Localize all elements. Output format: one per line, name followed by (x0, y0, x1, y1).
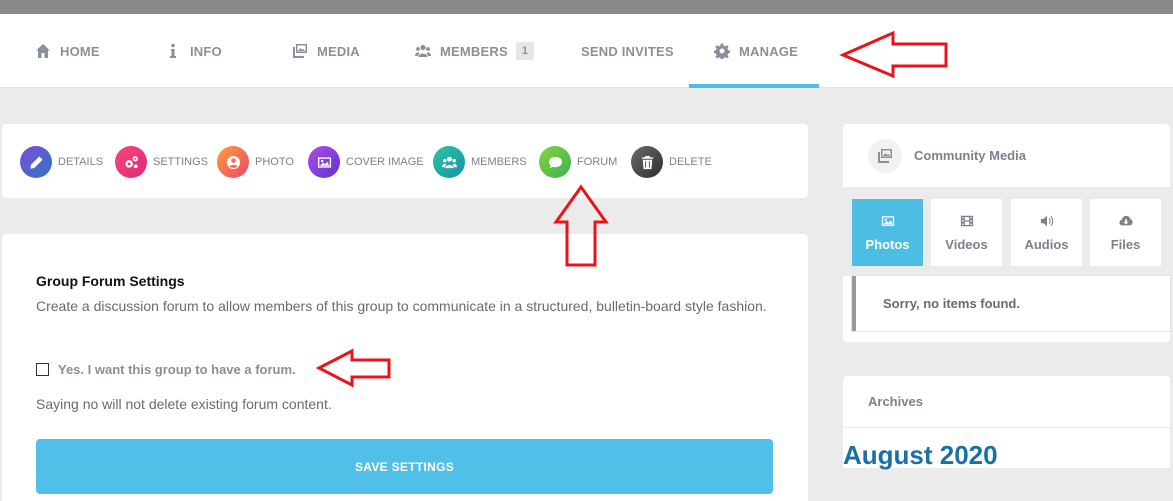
gear-icon (713, 42, 731, 60)
subnav-delete[interactable]: DELETE (631, 146, 712, 178)
community-media-title: Community Media (914, 148, 1026, 163)
members-icon (414, 42, 432, 60)
subnav-settings[interactable]: SETTINGS (115, 146, 208, 178)
nav-members-label: MEMBERS (440, 43, 508, 59)
save-settings-button[interactable]: SAVE SETTINGS (36, 439, 773, 494)
user-circle-icon (217, 146, 249, 178)
comment-icon (539, 146, 571, 178)
nav-info[interactable]: INFO (164, 14, 222, 88)
annotation-arrow-manage (839, 30, 948, 78)
nav-home-label: HOME (60, 43, 100, 59)
subnav-forum-label: FORUM (577, 156, 618, 168)
film-icon (960, 215, 973, 226)
nav-info-label: INFO (190, 43, 222, 59)
subnav-members-label: MEMBERS (471, 156, 527, 168)
subnav-settings-label: SETTINGS (153, 156, 209, 168)
nav-send-invites[interactable]: SEND INVITES (581, 14, 674, 88)
nav-members[interactable]: MEMBERS 1 (414, 14, 535, 88)
subnav-photo[interactable]: PHOTO (217, 146, 294, 178)
nav-media[interactable]: MEDIA (291, 14, 360, 88)
media-tab-videos-label: Videos (945, 236, 988, 252)
media-tab-photos-label: Photos (865, 236, 910, 252)
nav-media-label: MEDIA (317, 43, 360, 59)
pencil-icon (20, 146, 52, 178)
cogs-icon (115, 146, 147, 178)
subnav-cover-image-label: COVER IMAGE (346, 156, 424, 168)
forum-settings-title: Group Forum Settings (36, 273, 185, 289)
subnav-delete-label: DELETE (669, 156, 712, 168)
forum-settings-card: Group Forum Settings Create a discussion… (2, 234, 808, 501)
nav-home[interactable]: HOME (34, 14, 100, 88)
media-tab-photos[interactable]: Photos (852, 199, 923, 266)
community-media-header: Community Media (843, 124, 1170, 188)
media-tab-files[interactable]: Files (1090, 199, 1161, 266)
archives-title: Archives (843, 376, 1170, 428)
subnav-details[interactable]: DETAILS (20, 146, 103, 178)
media-icon (291, 42, 309, 60)
forum-settings-description: Create a discussion forum to allow membe… (36, 298, 767, 314)
image-icon (881, 215, 894, 226)
members-count-badge: 1 (515, 42, 535, 60)
subnav-forum[interactable]: FORUM (539, 146, 617, 178)
media-empty-message: Sorry, no items found. (852, 276, 1170, 331)
subnav-members[interactable]: MEMBERS (433, 146, 527, 178)
nav-send-invites-label: SEND INVITES (581, 43, 674, 59)
group-nav: HOME INFO MEDIA MEMBERS 1 SEND INVITES M… (0, 14, 1173, 88)
media-tab-audios-label: Audios (1024, 236, 1069, 252)
volume-icon (1040, 215, 1053, 226)
nav-active-indicator (689, 84, 819, 88)
media-tab-videos[interactable]: Videos (931, 199, 1002, 266)
nav-manage-label: MANAGE (739, 43, 798, 59)
media-tab-files-label: Files (1110, 236, 1141, 252)
browser-top-strip (0, 0, 1173, 14)
image-icon (308, 146, 340, 178)
trash-icon (631, 146, 663, 178)
media-tabs: Photos Videos Audios Files (843, 188, 1170, 276)
community-media-widget: Community Media Photos Videos Audios Fil… (843, 124, 1170, 342)
manage-subnav: DETAILS SETTINGS PHOTO COVER IMAGE MEMBE… (2, 124, 808, 198)
cloud-download-icon (1118, 215, 1133, 225)
subnav-photo-label: PHOTO (255, 156, 294, 168)
annotation-arrow-forum (553, 184, 609, 267)
annotation-arrow-checkbox (316, 348, 391, 388)
info-icon (164, 42, 182, 60)
subnav-cover-image[interactable]: COVER IMAGE (308, 146, 424, 178)
media-icon (868, 138, 902, 173)
media-tab-audios[interactable]: Audios (1011, 199, 1082, 266)
archive-link-august-2020[interactable]: August 2020 (843, 440, 998, 471)
forum-settings-note: Saying no will not delete existing forum… (36, 396, 332, 412)
members-icon (433, 146, 465, 178)
home-icon (34, 42, 52, 60)
enable-forum-checkbox[interactable] (36, 363, 49, 376)
subnav-details-label: DETAILS (58, 156, 104, 168)
enable-forum-label: Yes. I want this group to have a forum. (58, 362, 296, 377)
enable-forum-option[interactable]: Yes. I want this group to have a forum. (36, 362, 296, 377)
nav-manage[interactable]: MANAGE (713, 14, 798, 88)
